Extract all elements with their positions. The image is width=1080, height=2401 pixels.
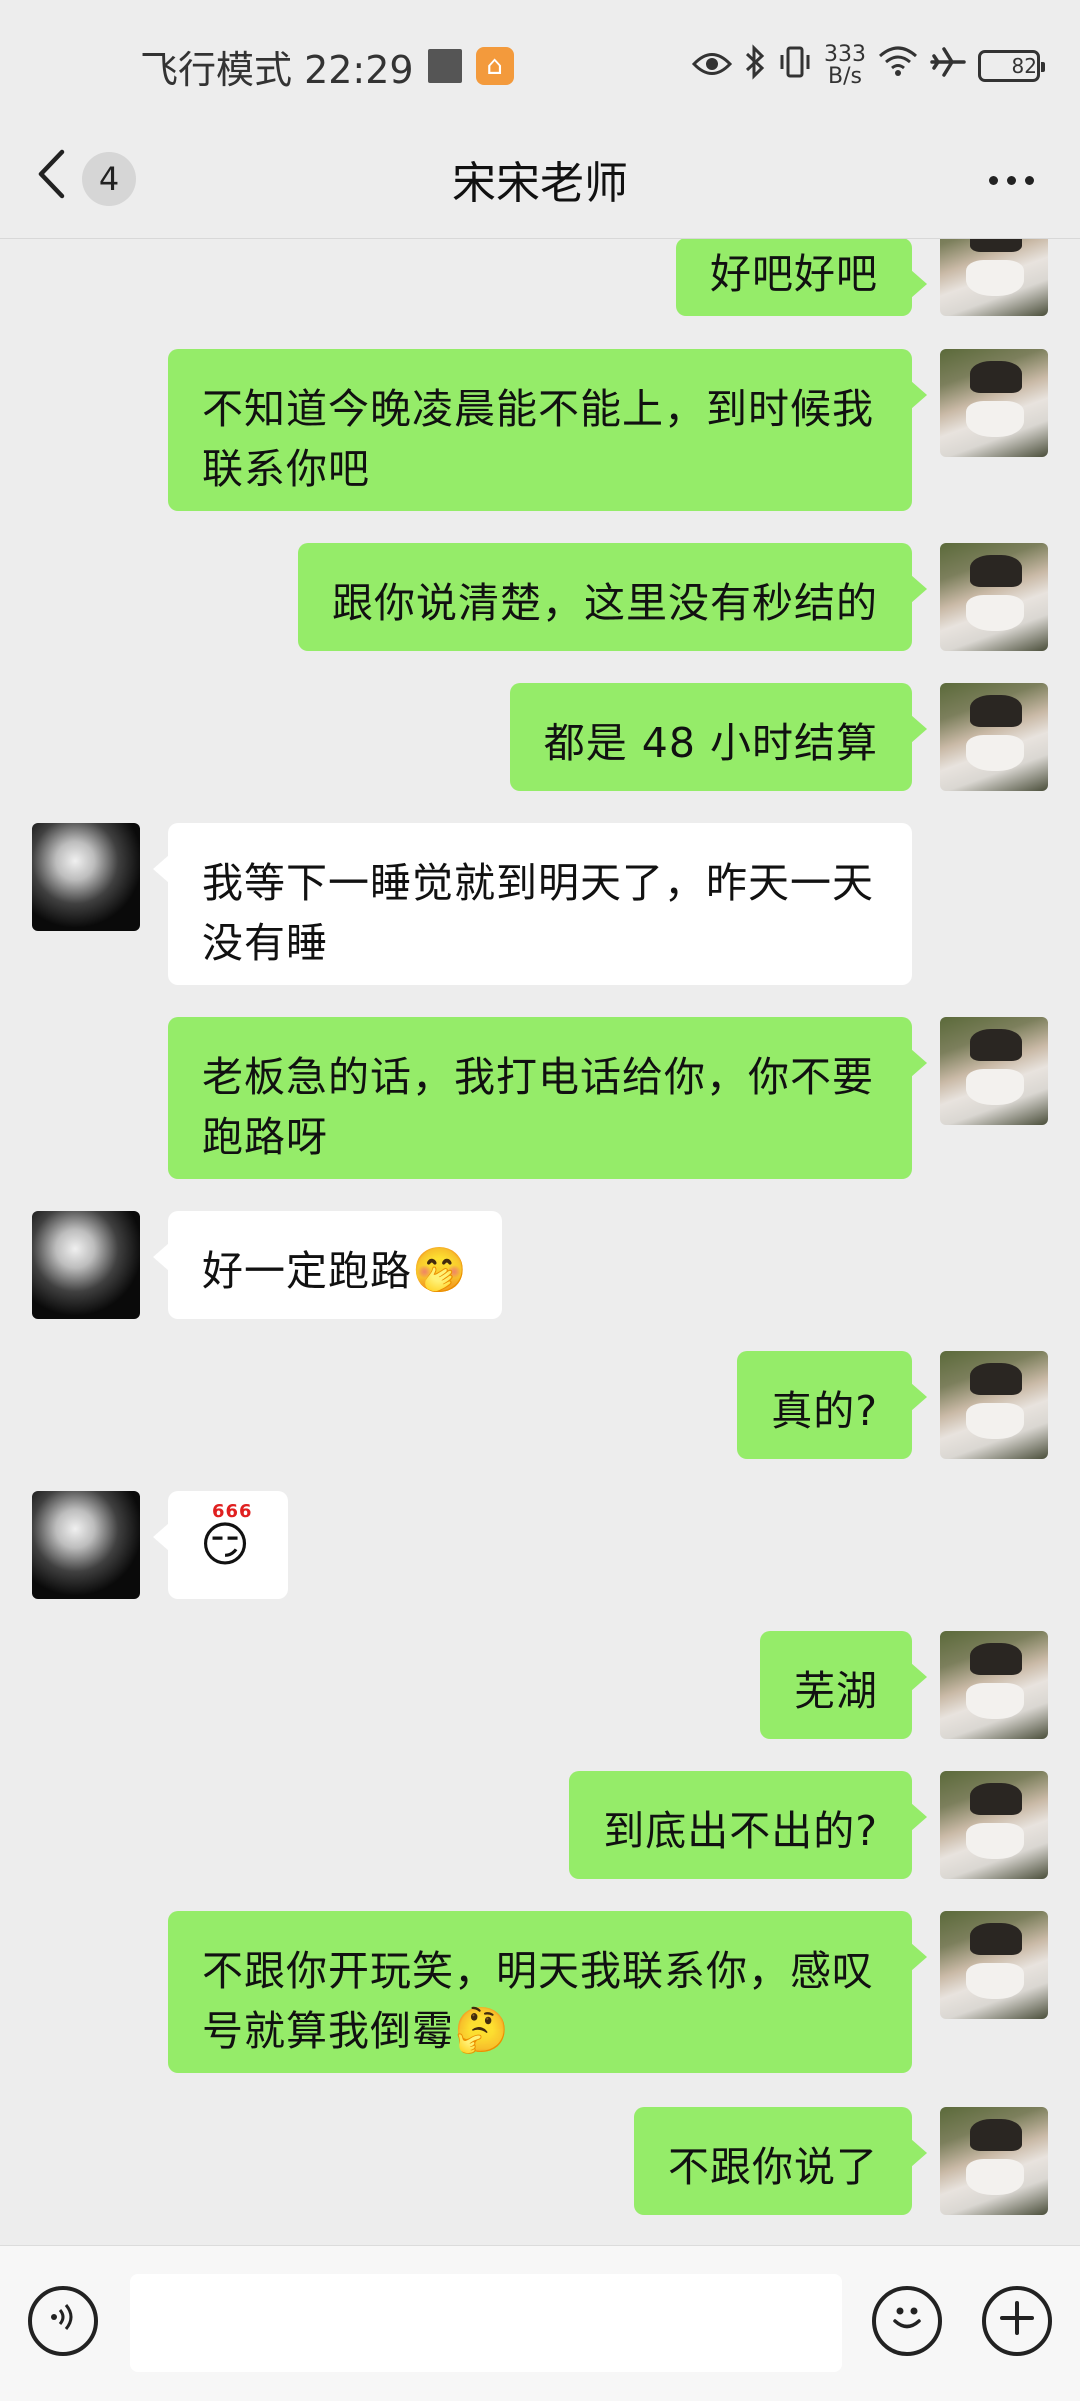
- my-avatar[interactable]: [940, 1631, 1048, 1739]
- message-bubble-sent[interactable]: 真的?: [737, 1351, 927, 1459]
- message-bubble-sent[interactable]: 好吧好吧: [676, 239, 927, 316]
- more-dot-icon: [1006, 175, 1016, 185]
- mode-time-text: 飞行模式 22:29: [140, 47, 414, 92]
- message-bubble-sent[interactable]: 不跟你开玩笑，明天我联系你，感叹号就算我倒霉🤔: [168, 1911, 927, 2073]
- my-avatar[interactable]: [940, 683, 1048, 791]
- my-avatar[interactable]: [940, 1017, 1048, 1125]
- more-dot-icon: [988, 175, 998, 185]
- chat-title: 宋宋老师: [452, 158, 628, 209]
- notification-square-icon: [427, 49, 462, 83]
- voice-input-button[interactable]: [28, 2286, 98, 2356]
- message-text: 到底出不出的?: [603, 1807, 878, 1855]
- plus-icon: [997, 2296, 1037, 2346]
- status-right: 333 B/s 82: [691, 38, 1045, 94]
- my-avatar[interactable]: [940, 349, 1048, 457]
- net-speed-value: 333: [824, 42, 866, 67]
- message-bubble-sent[interactable]: 老板急的话，我打电话给你，你不要跑路呀: [168, 1017, 927, 1179]
- message-text: 都是 48 小时结算: [543, 719, 878, 767]
- sticker-tag-text: 666: [212, 1501, 253, 1522]
- my-avatar[interactable]: [940, 1771, 1048, 1879]
- chat-header: 宋宋老师 4: [0, 120, 1080, 239]
- my-avatar[interactable]: [940, 1351, 1048, 1459]
- message-text: 跟你说清楚，这里没有秒结的: [332, 579, 878, 627]
- message-text: 真的?: [771, 1387, 878, 1435]
- bluetooth-icon: [744, 44, 766, 88]
- emoji-icon: [884, 2294, 930, 2349]
- message-bubble-received[interactable]: 好一定跑路🤭: [153, 1211, 502, 1319]
- sticker-666-icon: 666 😏: [200, 1503, 256, 1574]
- back-button[interactable]: 4: [36, 146, 156, 212]
- message-text: 不知道今晚凌晨能不能上，到时候我联系你吧: [202, 385, 874, 493]
- airplane-icon: [930, 45, 966, 87]
- message-bubble-sent[interactable]: 都是 48 小时结算: [509, 683, 928, 791]
- message-text: 我等下一睡觉就到明天了，昨天一天没有睡: [202, 859, 874, 967]
- message-text: 好吧好吧: [710, 250, 878, 298]
- emoji-button[interactable]: [872, 2286, 942, 2356]
- my-avatar[interactable]: [940, 1911, 1048, 2019]
- input-bar: [0, 2245, 1080, 2401]
- message-bubble-sent[interactable]: 不知道今晚凌晨能不能上，到时候我联系你吧: [168, 349, 927, 511]
- eye-icon: [691, 47, 733, 85]
- wifi-icon: [878, 46, 918, 86]
- more-dot-icon: [1024, 175, 1034, 185]
- message-text: 不跟你开玩笑，明天我联系你，感叹号就算我倒霉: [202, 1947, 874, 2055]
- message-bubble-received[interactable]: 666 😏: [153, 1491, 288, 1599]
- message-text: 老板急的话，我打电话给你，你不要跑路呀: [202, 1053, 874, 1161]
- more-functions-button[interactable]: [982, 2286, 1052, 2356]
- vibrate-icon: [778, 45, 812, 87]
- status-bar: 飞行模式 22:29 ⌂ 333 B/s 82: [0, 0, 1080, 120]
- chevron-left-icon: [36, 149, 66, 209]
- battery-level-text: 82: [1011, 54, 1037, 78]
- my-avatar[interactable]: [940, 543, 1048, 651]
- battery-icon: 82: [978, 50, 1045, 82]
- thinking-emoji-icon: 🤔: [454, 2005, 510, 2056]
- message-bubble-sent[interactable]: 到底出不出的?: [569, 1771, 927, 1879]
- app-notification-icon: ⌂: [475, 47, 514, 85]
- message-text: 好一定跑路: [202, 1247, 412, 1295]
- contact-avatar[interactable]: [32, 1211, 140, 1319]
- message-input[interactable]: [130, 2274, 842, 2372]
- voice-icon: [46, 2300, 80, 2342]
- smirk-emoji-icon: 😏: [200, 1517, 252, 1573]
- status-left: 飞行模式 22:29 ⌂: [140, 38, 514, 94]
- message-bubble-received[interactable]: 我等下一睡觉就到明天了，昨天一天没有睡: [153, 823, 912, 985]
- message-bubble-sent[interactable]: 跟你说清楚，这里没有秒结的: [298, 543, 927, 651]
- message-text: 芜湖: [794, 1667, 878, 1715]
- more-options-button[interactable]: [976, 160, 1046, 200]
- message-bubble-sent[interactable]: 芜湖: [760, 1631, 927, 1739]
- net-speed-unit: B/s: [828, 64, 862, 89]
- contact-avatar[interactable]: [32, 823, 140, 931]
- my-avatar[interactable]: [940, 2107, 1048, 2215]
- message-text: 不跟你说了: [668, 2143, 878, 2191]
- net-speed: 333 B/s: [824, 44, 866, 88]
- message-bubble-sent[interactable]: 不跟你说了: [634, 2107, 927, 2215]
- contact-avatar[interactable]: [32, 1491, 140, 1599]
- shy-emoji-icon: 🤭: [412, 1245, 468, 1296]
- unread-count-badge: 4: [82, 152, 136, 206]
- my-avatar[interactable]: [940, 239, 1048, 316]
- message-list[interactable]: 好吧好吧 不知道今晚凌晨能不能上，到时候我联系你吧 跟你说清楚，这里没有秒结的 …: [0, 239, 1080, 2245]
